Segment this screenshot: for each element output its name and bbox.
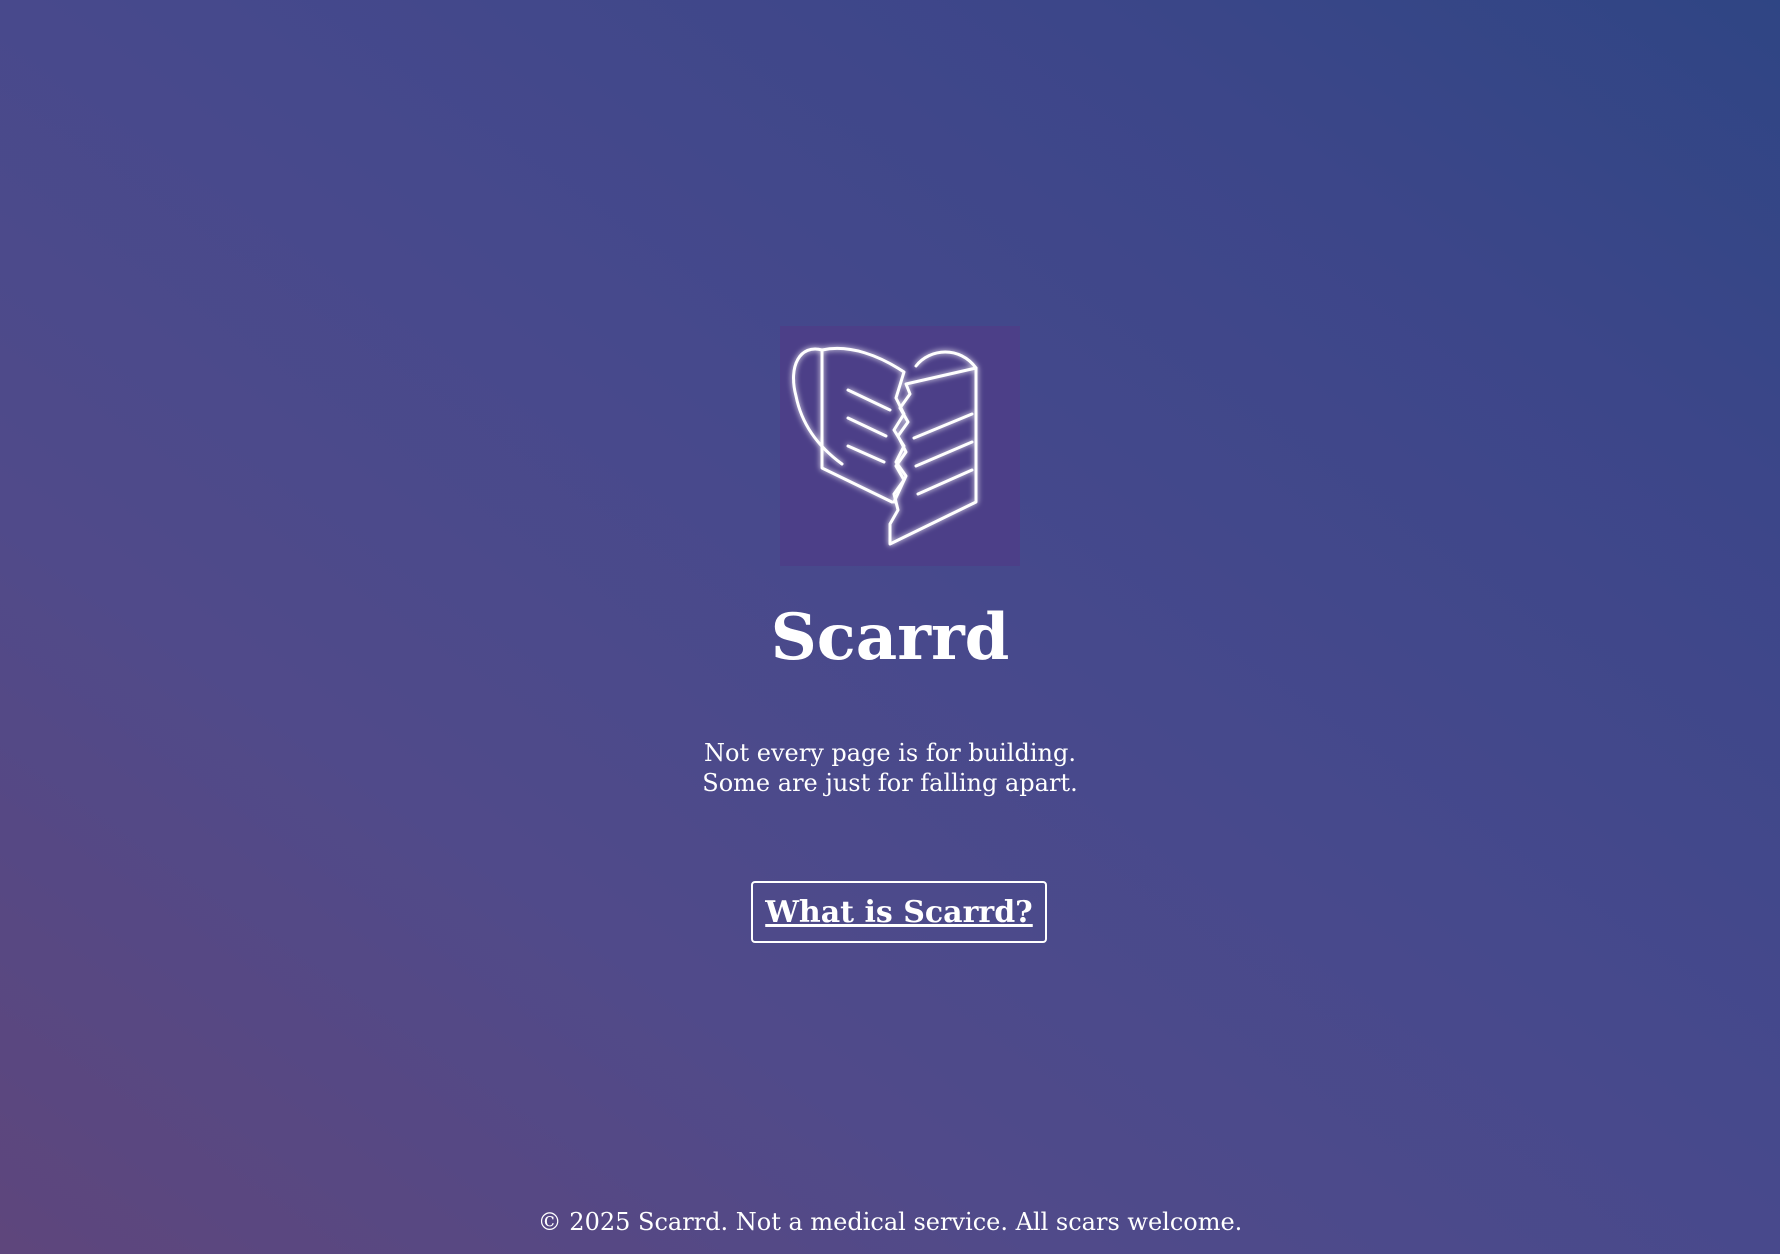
tagline: Not every page is for building. Some are… bbox=[0, 738, 1780, 798]
footer-copyright: © 2025 Scarrd. Not a medical service. Al… bbox=[537, 1208, 1243, 1236]
broken-heart-book-icon bbox=[792, 346, 978, 546]
logo bbox=[780, 326, 1020, 566]
what-is-scarrd-button[interactable]: What is Scarrd? bbox=[751, 881, 1047, 943]
tagline-line-2: Some are just for falling apart. bbox=[702, 769, 1078, 797]
tagline-line-1: Not every page is for building. bbox=[704, 739, 1076, 767]
site-title: Scarrd bbox=[770, 600, 1010, 675]
